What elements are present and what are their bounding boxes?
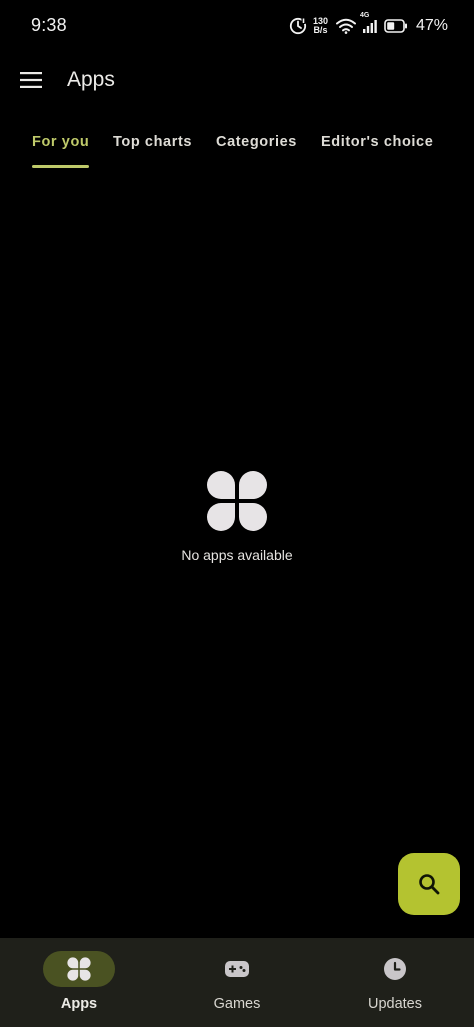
wifi-icon [335,18,356,34]
app-bar: Apps [0,52,474,108]
tab-top-charts[interactable]: Top charts [113,122,192,168]
nav-item-games[interactable]: Games [158,938,316,1027]
status-time: 9:38 [31,15,67,35]
data-saver-icon [289,17,307,35]
menu-button[interactable] [14,64,48,96]
page-title: Apps [67,68,115,91]
apps-grid-icon [207,471,267,531]
tab-label: Categories [216,134,297,150]
tab-label: For you [32,134,90,150]
nav-item-apps[interactable]: Apps [0,938,158,1027]
nav-pill [359,951,431,987]
tab-label: Editor's choice [321,134,434,150]
cellular-signal-icon: 4G [360,12,378,34]
search-fab-button[interactable] [398,853,460,915]
tab-editors-choice[interactable]: Editor's choice [321,122,433,168]
hamburger-menu-icon [20,72,42,88]
bottom-navigation: Apps Games Updates [0,938,474,1027]
apps-grid-icon [67,957,91,981]
tab-categories[interactable]: Categories [216,122,297,168]
battery-percent: 47% [415,17,448,34]
active-tab-indicator [32,165,90,168]
network-speed-unit: B/s [313,25,328,35]
nav-label: Updates [367,996,422,1012]
gamepad-icon [225,961,249,977]
battery-icon [384,19,408,33]
clock-icon [384,958,406,980]
tab-bar: For you Top charts Categories Editor's c… [0,122,474,170]
nav-item-updates[interactable]: Updates [316,938,474,1027]
network-speed: 130 B/s [313,17,328,35]
empty-state-message: No apps available [181,547,293,563]
nav-active-pill [43,951,115,987]
status-bar: 9:38 130 B/s 4G 47% [0,0,474,52]
nav-label: Apps [60,996,98,1012]
nav-label: Games [213,996,261,1012]
nav-pill [201,951,273,987]
search-icon [419,874,440,895]
empty-state: No apps available [0,470,474,563]
status-icons: 130 B/s 4G 47% [289,12,448,38]
network-type-label: 4G [359,12,370,19]
tab-label: Top charts [113,134,193,150]
tab-for-you[interactable]: For you [32,122,90,168]
